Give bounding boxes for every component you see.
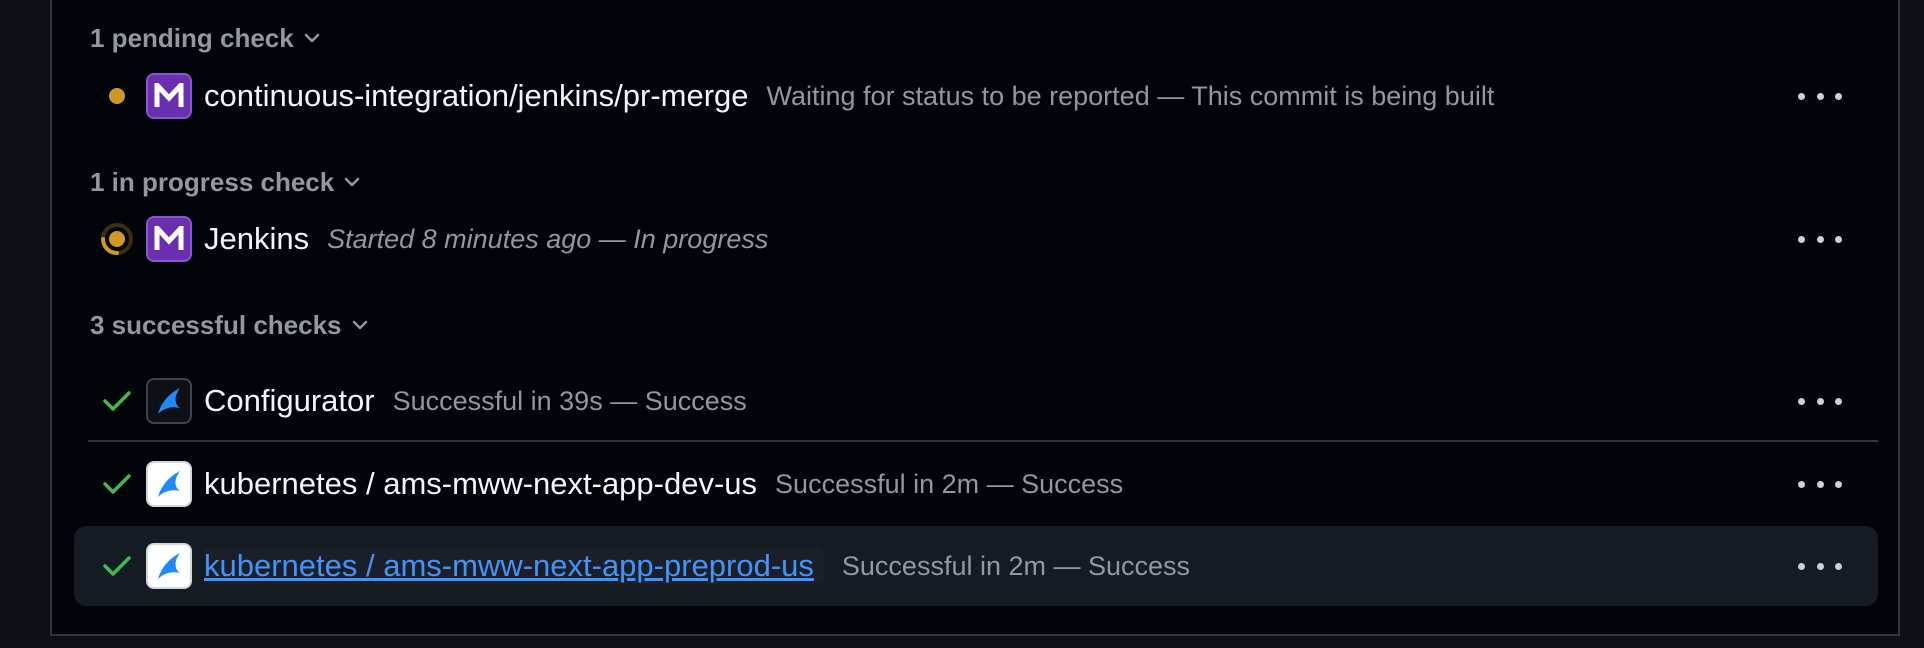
check-row-pr-merge: continuous-integration/jenkins/pr-merge … [88, 56, 1878, 136]
pending-checks-header: 1 pending check [90, 22, 294, 53]
checks-panel: 1 pending check continuous-integration/j… [50, 0, 1900, 636]
more-options-button[interactable] [1798, 229, 1842, 249]
check-success-icon [88, 537, 146, 595]
check-success-icon [88, 455, 146, 513]
more-options-button[interactable] [1798, 556, 1842, 576]
jenkins-m-icon [146, 216, 192, 262]
in-progress-checks-header: 1 in progress check [90, 166, 335, 197]
in-progress-checks-toggle[interactable]: 1 in progress check [90, 162, 362, 202]
successful-checks-toggle[interactable]: 3 successful checks [90, 305, 370, 345]
check-description: Waiting for status to be reported — This… [766, 80, 1495, 111]
configurator-icon [146, 378, 192, 424]
successful-checks-header: 3 successful checks [90, 309, 342, 340]
more-options-button[interactable] [1798, 391, 1842, 411]
chevron-down-icon [344, 177, 360, 187]
kubernetes-app-icon [146, 543, 192, 589]
in-progress-spinner-icon [88, 210, 146, 268]
check-name-link[interactable]: kubernetes / ams-mww-next-app-preprod-us [204, 548, 824, 584]
pending-checks-toggle[interactable]: 1 pending check [90, 18, 322, 58]
check-description: Successful in 2m — Success [841, 550, 1191, 581]
more-options-button[interactable] [1798, 474, 1842, 494]
pending-dot-icon [88, 67, 146, 125]
jenkins-m-icon [146, 73, 192, 119]
check-name: kubernetes / ams-mww-next-app-dev-us [204, 466, 758, 501]
check-row-k8s-dev: kubernetes / ams-mww-next-app-dev-us Suc… [88, 444, 1878, 524]
check-row-jenkins: Jenkins Started 8 minutes ago — In progr… [88, 199, 1878, 279]
check-description: Successful in 2m — Success [775, 468, 1124, 499]
chevron-down-icon [352, 320, 367, 330]
check-name: continuous-integration/jenkins/pr-merge [204, 78, 749, 113]
check-name: Configurator [204, 383, 375, 418]
check-description: Started 8 minutes ago — In progress [327, 223, 769, 254]
chevron-down-icon [304, 33, 320, 43]
check-row-k8s-preprod: kubernetes / ams-mww-next-app-preprod-us… [74, 526, 1878, 606]
check-success-icon [88, 372, 146, 430]
kubernetes-app-icon [146, 461, 192, 507]
check-description: Successful in 39s — Success [392, 385, 747, 416]
check-name: Jenkins [204, 221, 310, 256]
check-row-configurator: Configurator Successful in 39s — Success [88, 362, 1878, 442]
more-options-button[interactable] [1798, 86, 1842, 106]
